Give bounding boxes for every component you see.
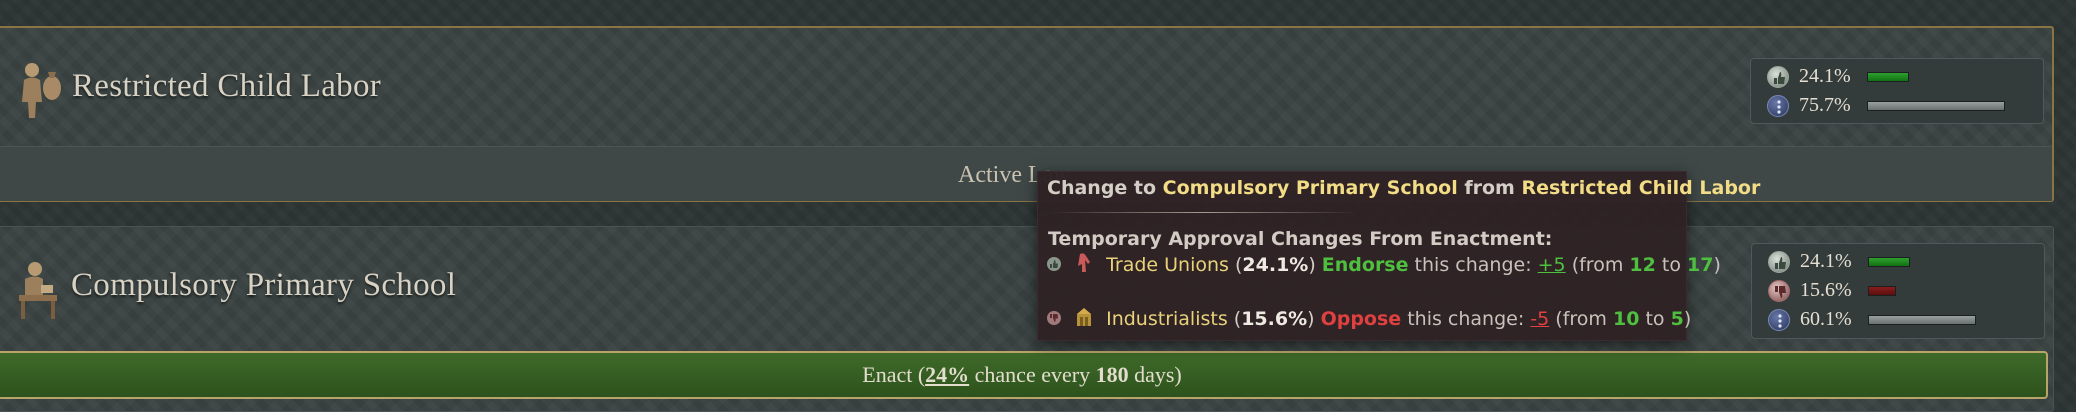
law-panel-restricted-child-labor[interactable]: Restricted Child Labor 24.1% 75.7% Activ…: [0, 26, 2054, 202]
child-labor-law-icon: [12, 58, 64, 120]
approval-percent: 24.1%: [1800, 250, 1852, 272]
approval-change: -5: [1530, 308, 1550, 330]
enactment-tooltip: Change to Compulsory Primary School from…: [1037, 171, 1760, 341]
law-title: Compulsory Primary School: [71, 267, 457, 303]
approval-breakdown[interactable]: 24.1% 75.7%: [1750, 58, 2044, 124]
target-law-name: Compulsory Primary School: [1162, 177, 1458, 199]
enact-middle: chance every: [969, 362, 1096, 387]
interest-group-row: Industrialists (15.6%) Oppose this chang…: [1046, 306, 1691, 333]
approve-icon: [1046, 255, 1062, 277]
industrialists-icon: [1074, 306, 1094, 333]
approval-row: 60.1%: [1752, 306, 2044, 335]
law-title: Restricted Child Labor: [72, 68, 382, 104]
tooltip-heading: Change to Compulsory Primary School from…: [1047, 177, 1761, 199]
approval-percent: 15.6%: [1800, 279, 1852, 301]
group-stance: Oppose: [1320, 308, 1402, 330]
trade-unions-icon: [1074, 252, 1094, 279]
approval-bar: [1867, 101, 2005, 111]
school-law-icon: [11, 259, 63, 321]
group-name: Industrialists: [1106, 308, 1228, 330]
approval-bar: [1868, 286, 1896, 296]
approval-row: 24.1%: [1751, 63, 2043, 92]
interest-group-row: Trade Unions (24.1%) Endorse this change…: [1046, 252, 1721, 279]
approve-icon: [1768, 251, 1790, 273]
enact-chance: 24%: [925, 362, 970, 387]
approval-row: 75.7%: [1751, 92, 2043, 121]
approval-change: +5: [1537, 254, 1566, 276]
approval-row: 15.6%: [1752, 277, 2044, 306]
approval-percent: 60.1%: [1800, 308, 1852, 330]
group-name: Trade Unions: [1106, 254, 1229, 276]
approval-percent: 75.7%: [1799, 94, 1851, 116]
approval-bar: [1868, 257, 1910, 267]
tooltip-divider: [1048, 212, 1358, 213]
group-stance: Endorse: [1321, 254, 1409, 276]
approval-bar: [1868, 315, 1976, 325]
group-percent: 24.1%: [1242, 254, 1309, 276]
approve-icon: [1767, 66, 1789, 88]
neutral-icon: [1767, 95, 1789, 117]
enact-button[interactable]: Enact (24% chance every 180 days): [0, 351, 2048, 399]
current-law-name: Restricted Child Labor: [1521, 177, 1761, 199]
disapprove-icon: [1046, 309, 1062, 331]
enact-days: 180: [1095, 362, 1129, 387]
enact-suffix: days): [1128, 362, 1182, 387]
approval-bar: [1867, 72, 1909, 82]
enact-prefix: Enact (: [862, 362, 926, 387]
approval-percent: 24.1%: [1799, 65, 1851, 87]
group-percent: 15.6%: [1241, 308, 1308, 330]
tooltip-subheading: Temporary Approval Changes From Enactmen…: [1048, 228, 1553, 250]
approval-row: 24.1%: [1752, 248, 2044, 277]
approval-breakdown[interactable]: 24.1% 15.6% 60.1%: [1751, 243, 2045, 339]
disapprove-icon: [1768, 280, 1790, 302]
neutral-icon: [1768, 309, 1790, 331]
